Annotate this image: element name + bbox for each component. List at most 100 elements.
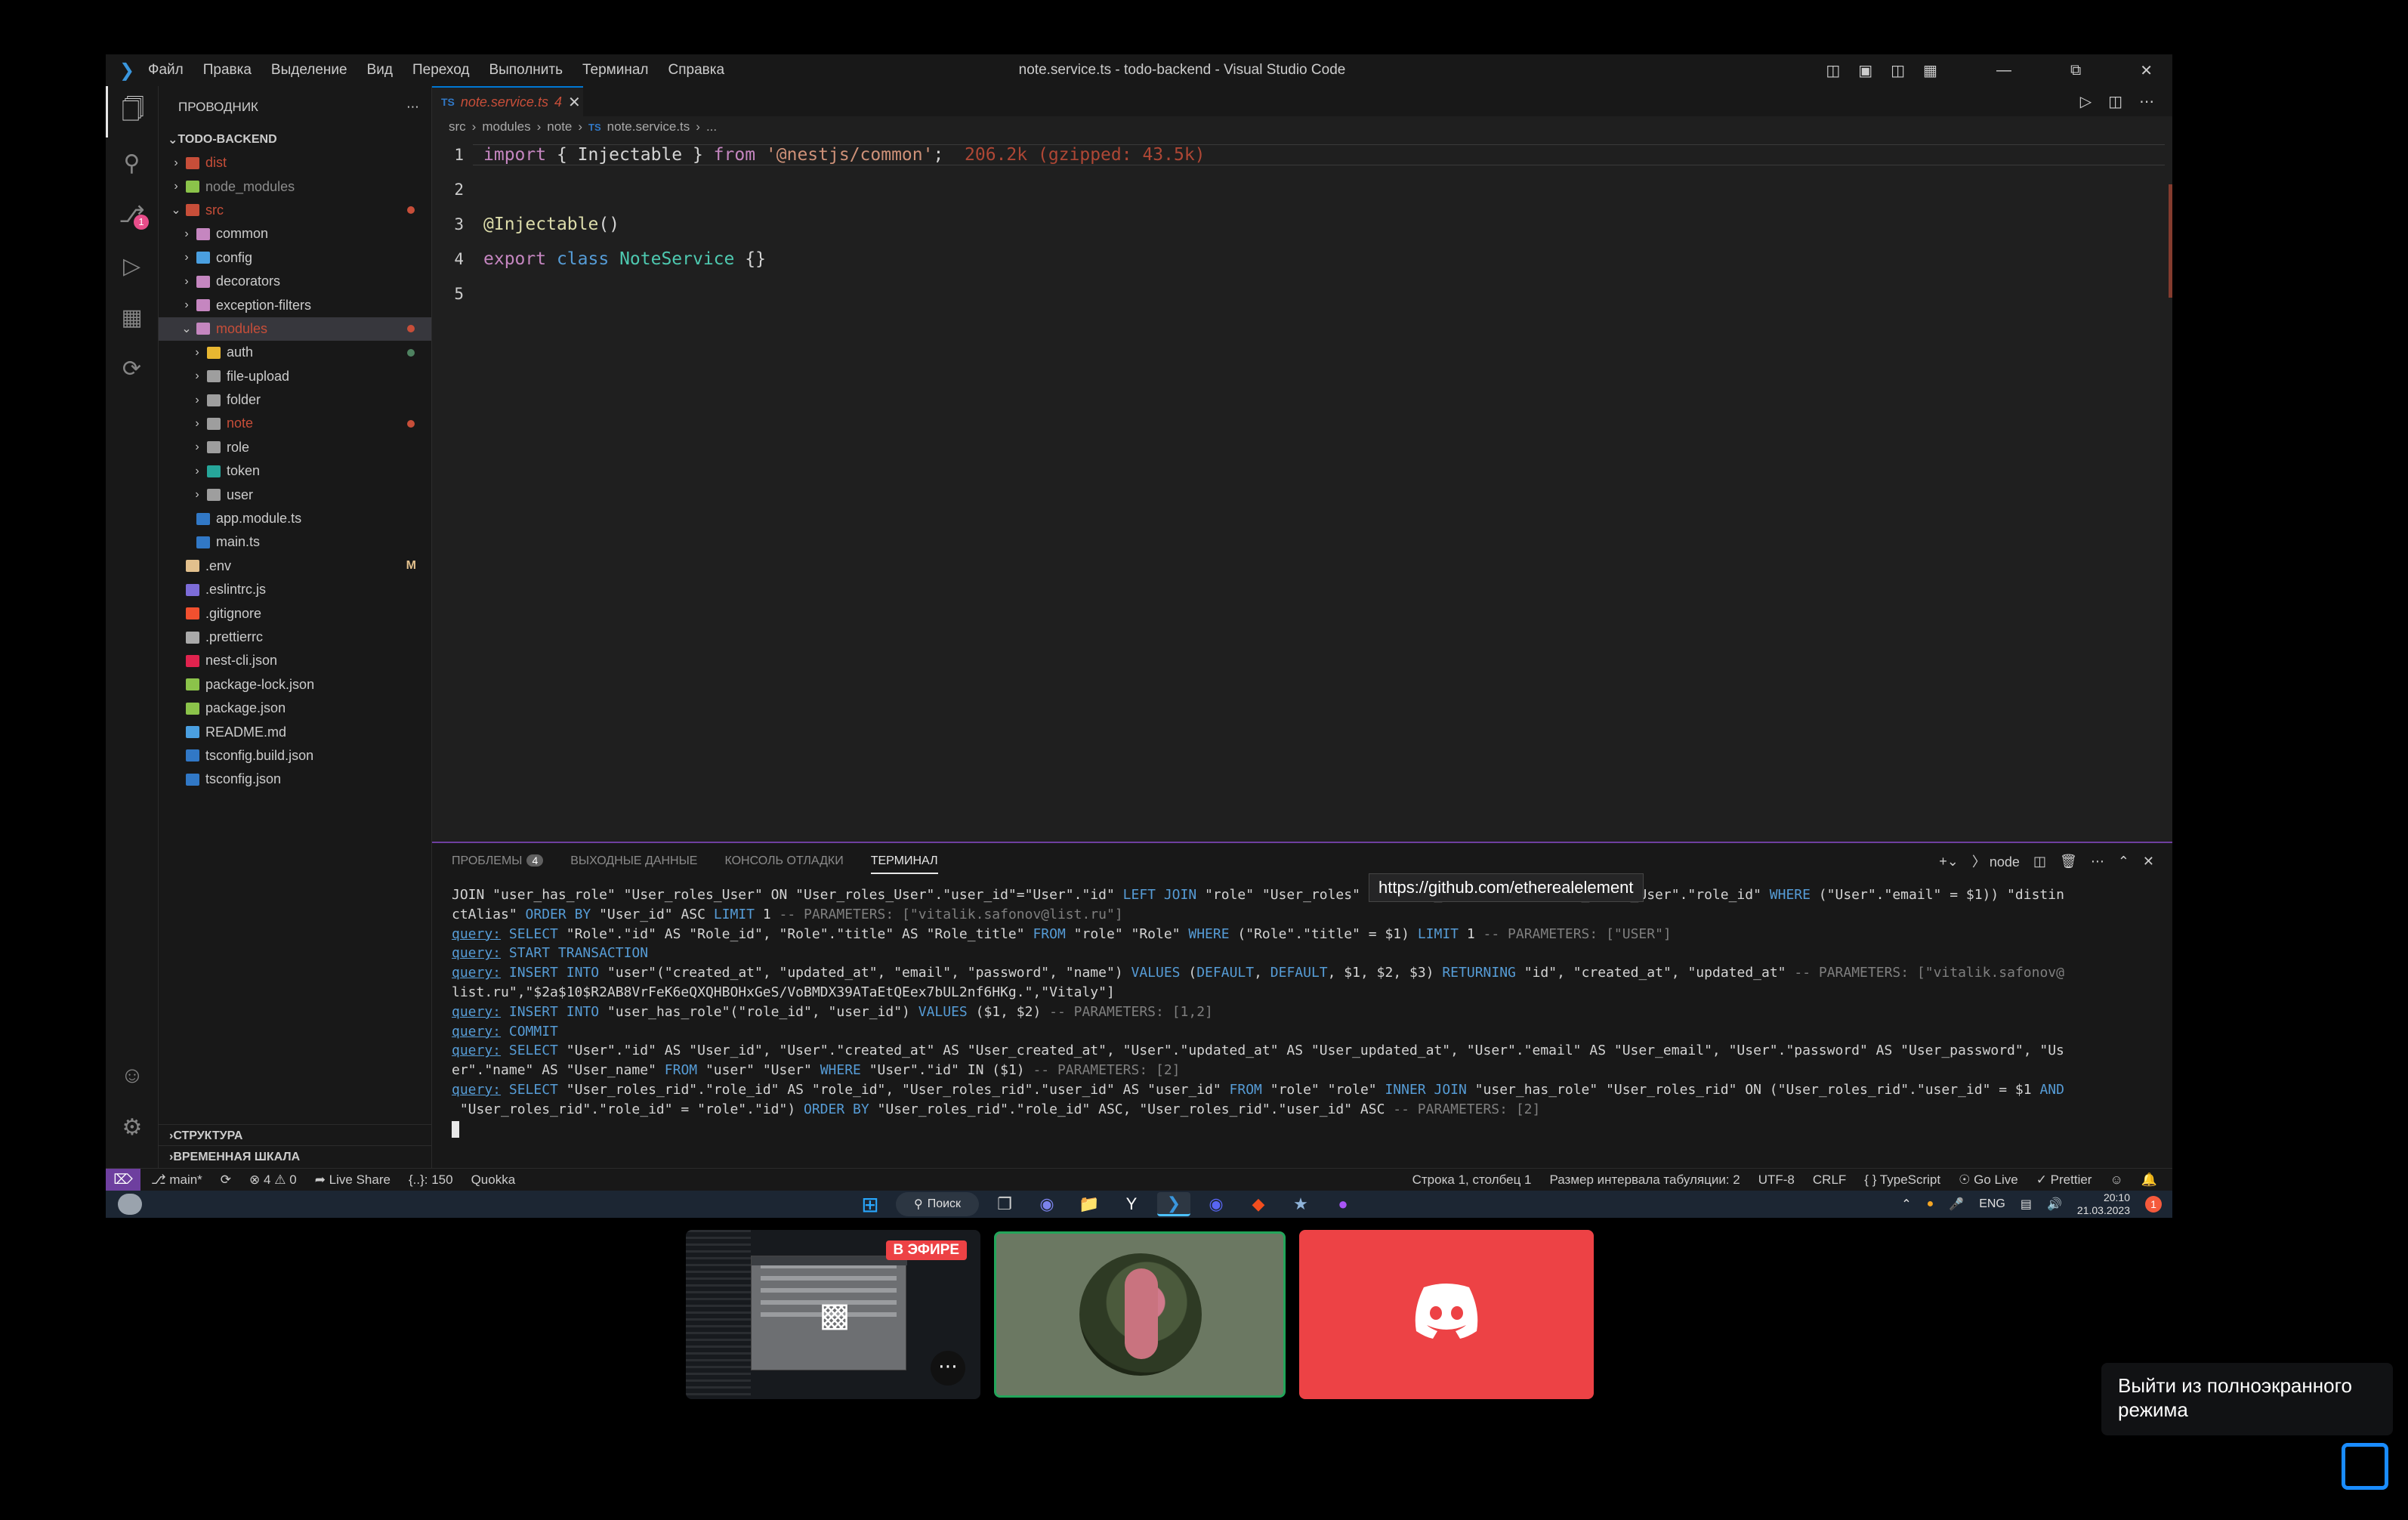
go-live-button[interactable]: ☉ Go Live (1959, 1172, 2018, 1188)
tray-app-icon[interactable]: ● (1927, 1197, 1934, 1211)
breadcrumb-item[interactable]: src (449, 119, 466, 134)
toggle-panel-icon[interactable]: ▣ (1858, 61, 1872, 80)
teams-chat-icon[interactable]: ◉ (1030, 1192, 1064, 1216)
more-actions-icon[interactable]: ⋯ (2139, 92, 2154, 111)
tree-file-item[interactable]: .eslintrc.js (159, 578, 431, 601)
prettier-button[interactable]: ✓ Prettier (2036, 1172, 2092, 1188)
breadcrumb-item[interactable]: ... (706, 119, 717, 134)
tab-note-service[interactable]: TS note.service.ts 4 ✕ (432, 86, 583, 116)
indentation[interactable]: Размер интервала табуляции: 2 (1549, 1172, 1740, 1188)
terminal-instance[interactable]: 〉 node (1972, 851, 2020, 871)
network-icon[interactable]: ▤ (2021, 1197, 2032, 1212)
source-control-icon[interactable]: ⎇ 1 (106, 189, 158, 240)
tab-output[interactable]: ВЫХОДНЫЕ ДАННЫЕ (570, 854, 697, 868)
terminal-output[interactable]: JOIN "user_has_role" "User_roles_User" O… (432, 879, 2172, 1138)
discord-participant-tile[interactable] (1299, 1230, 1594, 1399)
tree-folder-item[interactable]: › token (159, 459, 431, 483)
tree-folder-item[interactable]: › node_modules (159, 175, 431, 198)
explorer-icon[interactable]: 🗍 (106, 86, 158, 137)
breadcrumb-item[interactable]: note.service.ts (607, 119, 690, 134)
notification-badge[interactable]: 1 (2145, 1196, 2162, 1213)
menu-selection[interactable]: Выделение (271, 62, 347, 79)
menu-go[interactable]: Переход (412, 62, 469, 79)
menu-run[interactable]: Выполнить (489, 62, 563, 79)
menu-view[interactable]: Вид (367, 62, 393, 79)
kill-terminal-icon[interactable]: 🗑 (2060, 854, 2077, 870)
code-editor[interactable]: 1 import { Injectable } from '@nestjs/co… (432, 137, 2172, 311)
account-icon[interactable]: ☺ (106, 1050, 159, 1101)
tree-folder-item[interactable]: › dist (159, 151, 431, 175)
search-icon[interactable]: ⚲ (106, 137, 158, 189)
tree-file-item[interactable]: .gitignore (159, 601, 431, 625)
menu-edit[interactable]: Правка (203, 62, 252, 79)
tree-folder-item[interactable]: › file-upload (159, 365, 431, 388)
discord-taskbar-icon[interactable]: ◉ (1199, 1192, 1233, 1216)
hidden-icons-chevron-icon[interactable]: ⌃ (1901, 1197, 1911, 1212)
restore-icon[interactable]: ⧉ (2070, 62, 2081, 79)
tree-file-item[interactable]: main.ts (159, 530, 431, 554)
volume-icon[interactable]: 🔊 (2047, 1197, 2062, 1212)
outline-section[interactable]: › СТРУКТУРА (159, 1124, 432, 1147)
branch-indicator[interactable]: ⎇ main* (151, 1172, 202, 1188)
toggle-secondary-sidebar-icon[interactable]: ◫ (1891, 61, 1905, 80)
tree-folder-item[interactable]: › note (159, 412, 431, 435)
app-icon[interactable]: ● (1326, 1192, 1360, 1216)
language-mode[interactable]: { } TypeScript (1864, 1172, 1940, 1188)
tree-file-item[interactable]: package.json (159, 697, 431, 720)
notifications-bell-icon[interactable]: 🔔 (2141, 1172, 2157, 1188)
more-actions-icon[interactable]: ⋯ (406, 100, 419, 115)
selection-indicator[interactable]: {..}: 150 (409, 1172, 453, 1188)
exit-fullscreen-button[interactable] (2342, 1443, 2388, 1490)
code-line[interactable]: import { Injectable } from '@nestjs/comm… (473, 144, 2165, 165)
menu-file[interactable]: Файл (148, 62, 184, 79)
close-panel-icon[interactable]: ✕ (2143, 854, 2154, 870)
figma-icon[interactable]: ◆ (1242, 1192, 1275, 1216)
end-of-line[interactable]: CRLF (1813, 1172, 1846, 1188)
more-options-icon[interactable]: ⋯ (931, 1351, 965, 1386)
tree-file-item[interactable]: tsconfig.build.json (159, 744, 431, 768)
yandex-browser-icon[interactable]: Y (1115, 1192, 1148, 1216)
start-menu-icon[interactable]: ⊞ (854, 1192, 887, 1216)
run-code-icon[interactable]: ▷ (2080, 92, 2092, 111)
new-terminal-icon[interactable]: +⌄ (1939, 854, 1959, 870)
tree-folder-item[interactable]: › folder (159, 388, 431, 412)
remote-explorer-icon[interactable]: ⟳ (106, 343, 158, 394)
problems-indicator[interactable]: ⊗ 4 ⚠ 0 (249, 1172, 297, 1188)
tree-folder-item[interactable]: › role (159, 436, 431, 459)
maximize-panel-icon[interactable]: ⌃ (2118, 854, 2129, 870)
breadcrumb-item[interactable]: modules (482, 119, 530, 134)
tree-folder-item[interactable]: ⌄ src (159, 199, 431, 222)
close-window-icon[interactable]: ✕ (2140, 61, 2153, 80)
close-tab-icon[interactable]: ✕ (568, 93, 581, 112)
tab-debug-console[interactable]: КОНСОЛЬ ОТЛАДКИ (724, 854, 843, 868)
tab-terminal[interactable]: ТЕРМИНАЛ (870, 854, 938, 874)
participant-tile[interactable] (994, 1231, 1286, 1398)
tree-file-item[interactable]: tsconfig.json (159, 768, 431, 791)
taskbar-clock[interactable]: 20:10 21.03.2023 (2077, 1191, 2130, 1217)
task-view-icon[interactable]: ❐ (988, 1192, 1021, 1216)
more-actions-icon[interactable]: ⋯ (2091, 854, 2104, 870)
timeline-section[interactable]: › ВРЕМЕННАЯ ШКАЛА (159, 1145, 432, 1168)
customize-layout-icon[interactable]: ▦ (1923, 61, 1937, 80)
extensions-icon[interactable]: ▦ (106, 292, 158, 343)
code-line[interactable]: export class NoteService {} (473, 249, 766, 269)
tree-folder-item[interactable]: › config (159, 246, 431, 270)
live-share-button[interactable]: ➦ Live Share (315, 1172, 391, 1188)
workspace-root[interactable]: ⌄ TODO-BACKEND (159, 128, 431, 151)
tree-file-item[interactable]: README.md (159, 720, 431, 743)
pgadmin-icon[interactable]: ★ (1284, 1192, 1317, 1216)
tree-file-item[interactable]: app.module.ts (159, 507, 431, 530)
code-line[interactable]: @Injectable() (473, 215, 619, 234)
tree-folder-item[interactable]: › exception-filters (159, 293, 431, 317)
tree-folder-item[interactable]: › common (159, 222, 431, 246)
tree-file-item[interactable]: .prettierrc (159, 626, 431, 649)
menu-help[interactable]: Справка (668, 62, 725, 79)
tree-folder-item[interactable]: › user (159, 483, 431, 506)
weather-widget-icon[interactable] (118, 1194, 142, 1215)
tree-file-item[interactable]: nest-cli.json (159, 649, 431, 672)
vscode-taskbar-icon[interactable]: ❯ (1157, 1192, 1190, 1216)
minimize-icon[interactable]: — (1996, 62, 2011, 79)
tree-file-item[interactable]: package-lock.json (159, 673, 431, 697)
breadcrumb-item[interactable]: note (547, 119, 572, 134)
toggle-sidebar-icon[interactable]: ◫ (1826, 61, 1840, 80)
